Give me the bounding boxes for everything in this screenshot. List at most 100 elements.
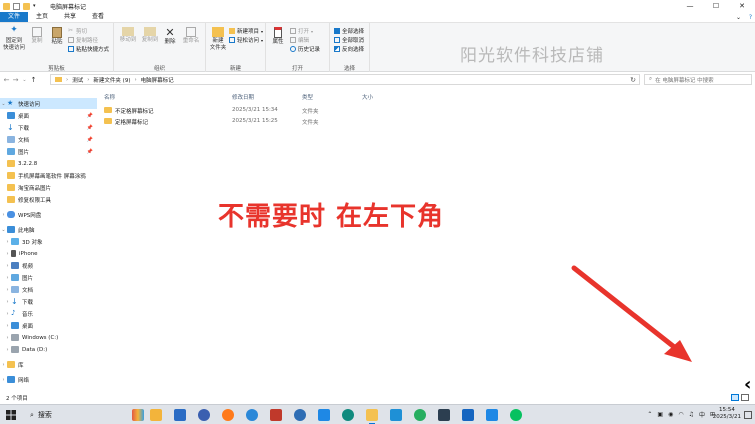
app-tray-icon[interactable]: ◉ xyxy=(668,411,673,418)
nav-this-pc[interactable]: ⌄ 此电脑 xyxy=(0,224,97,235)
app-icon[interactable] xyxy=(390,409,402,421)
new-item-button[interactable]: 新建项目 ▾ xyxy=(229,27,263,35)
pin-quick-access-button[interactable]: ✦ 固定到 快速访问 xyxy=(2,26,26,52)
help-icon[interactable]: ? xyxy=(749,14,752,21)
chevron-right-icon[interactable]: › xyxy=(0,212,7,218)
cut-button[interactable]: ✂ 剪切 xyxy=(68,27,87,36)
chevron-down-icon[interactable]: ⌄ xyxy=(736,14,741,21)
properties-button[interactable]: 属性 xyxy=(270,27,286,46)
nav-item-folder[interactable]: 3.2.2.8 xyxy=(0,158,97,169)
tab-home[interactable]: 主页 xyxy=(28,12,56,22)
forward-arrow-icon[interactable]: → xyxy=(11,76,20,84)
record-app-icon[interactable] xyxy=(198,409,210,421)
column-header-date[interactable]: 修改日期 xyxy=(232,93,254,101)
docs-app-icon[interactable] xyxy=(270,409,282,421)
address-bar[interactable]: › 测试 › 新建文件夹 (9) › 电脑屏幕标记 ↻ xyxy=(50,74,640,85)
select-all-button[interactable]: 全部选择 xyxy=(334,27,364,35)
book-app-icon[interactable] xyxy=(150,409,162,421)
select-none-button[interactable]: 全部取消 xyxy=(334,36,364,44)
nav-item-drive-c[interactable]: › Windows (C:) xyxy=(0,332,97,343)
history-button[interactable]: 历史记录 xyxy=(290,45,320,53)
paste-shortcut-button[interactable]: 粘贴快捷方式 xyxy=(68,45,109,53)
clock[interactable]: 15:54 2025/3/21 xyxy=(713,407,741,421)
firefox-icon[interactable] xyxy=(222,409,234,421)
nav-item-3d-objects[interactable]: › 3D 对象 xyxy=(0,236,97,247)
nav-item-desktop[interactable]: › 桌面 xyxy=(0,320,97,331)
breadcrumb-item[interactable]: 测试 xyxy=(72,76,83,84)
tab-share[interactable]: 共享 xyxy=(56,12,84,22)
pen-app-icon[interactable] xyxy=(174,409,186,421)
nav-item-downloads[interactable]: ↓ 下载 📌 xyxy=(0,122,97,133)
volume-icon[interactable]: ♫ xyxy=(689,411,694,418)
edit-button[interactable]: 编辑 xyxy=(290,36,309,44)
shield-icon[interactable] xyxy=(462,409,474,421)
app-icon[interactable] xyxy=(414,409,426,421)
rename-button[interactable]: 重命名 xyxy=(180,27,202,45)
delete-button[interactable]: ✕ 删除 xyxy=(162,27,178,46)
up-arrow-icon[interactable]: ↑ xyxy=(29,76,38,84)
tab-view[interactable]: 查看 xyxy=(84,12,112,22)
properties-icon[interactable] xyxy=(13,2,20,10)
move-to-button[interactable]: 移动到 xyxy=(118,27,138,44)
chevron-right-icon[interactable]: › xyxy=(0,362,7,368)
browser-icon[interactable] xyxy=(246,409,258,421)
nav-library[interactable]: › 库 xyxy=(0,359,97,370)
invert-selection-button[interactable]: 反向选择 xyxy=(334,45,364,53)
copy-to-button[interactable]: 复制到 xyxy=(140,27,160,44)
column-header-size[interactable]: 大小 xyxy=(362,93,373,101)
media-app-icon[interactable] xyxy=(294,409,306,421)
paste-button[interactable]: 粘贴 xyxy=(48,27,66,46)
windows-start-icon[interactable] xyxy=(6,410,16,420)
nav-item-videos[interactable]: › 视频 xyxy=(0,260,97,271)
nav-item-iphone[interactable]: › iPhone xyxy=(0,248,97,259)
nav-network[interactable]: › 网络 xyxy=(0,374,97,385)
breadcrumb-item[interactable]: 新建文件夹 (9) xyxy=(93,76,130,84)
nav-item-drive-d[interactable]: › Data (D:) xyxy=(0,344,97,355)
table-row[interactable]: 不定格屏幕标记 2025/3/21 15:34 文件夹 xyxy=(100,105,400,116)
nav-item-desktop[interactable]: 桌面 📌 xyxy=(0,110,97,121)
large-icons-view-icon[interactable] xyxy=(741,394,749,401)
ime-indicator[interactable]: 中 xyxy=(699,410,705,419)
app-icon[interactable] xyxy=(486,409,498,421)
easy-access-button[interactable]: 轻松访问 ▾ xyxy=(229,36,263,44)
wifi-icon[interactable]: ◠ xyxy=(678,411,683,418)
nav-item-pictures[interactable]: 图片 📌 xyxy=(0,146,97,157)
back-arrow-icon[interactable]: ← xyxy=(2,76,11,84)
chevron-up-icon[interactable]: ⌃ xyxy=(647,411,652,418)
breadcrumb-item[interactable]: 电脑屏幕标记 xyxy=(141,76,174,84)
nav-item-downloads[interactable]: › ↓ 下载 xyxy=(0,296,97,307)
new-folder-button[interactable]: 新建 文件夹 xyxy=(208,27,228,52)
chevron-down-icon[interactable]: ⌄ xyxy=(0,227,7,233)
wechat-icon[interactable] xyxy=(510,409,522,421)
app-tray-icon[interactable]: ▣ xyxy=(657,411,663,418)
chevron-right-icon[interactable]: › xyxy=(0,377,7,383)
search-input[interactable]: ⌕ 在 电脑屏幕标记 中搜索 xyxy=(644,74,752,85)
taskbar-search[interactable]: ⌕ 搜索 xyxy=(26,408,126,422)
nav-item-folder[interactable]: 手机屏幕画笔软件 屏幕涂鸦 xyxy=(0,170,97,181)
close-button[interactable]: ✕ xyxy=(729,0,755,12)
nav-item-music[interactable]: › ♪ 音乐 xyxy=(0,308,97,319)
nav-item-folder[interactable]: 淘宝商品图片 xyxy=(0,182,97,193)
nav-quick-access[interactable]: ⌄ ★ 快速访问 xyxy=(0,98,97,109)
chevron-down-icon[interactable]: ▾ xyxy=(33,3,38,10)
table-row[interactable]: 定格屏幕标记 2025/3/21 15:25 文件夹 xyxy=(100,116,400,127)
details-view-icon[interactable] xyxy=(731,394,739,401)
minimize-button[interactable]: — xyxy=(677,0,703,12)
copy-button[interactable]: 复制 xyxy=(28,27,46,45)
notification-icon[interactable] xyxy=(744,411,752,419)
refresh-icon[interactable]: ↻ xyxy=(630,76,636,84)
nav-item-folder[interactable]: 修复权限工具 xyxy=(0,194,97,205)
chevron-left-icon[interactable]: ‹ xyxy=(744,374,751,395)
new-folder-icon[interactable] xyxy=(23,2,30,10)
edge-icon[interactable] xyxy=(342,409,354,421)
column-header-type[interactable]: 类型 xyxy=(302,93,313,101)
chevron-down-icon[interactable]: ⌄ xyxy=(0,101,7,107)
maximize-button[interactable]: ☐ xyxy=(703,0,729,12)
tab-file[interactable]: 文件 xyxy=(0,12,29,22)
file-explorer-icon[interactable] xyxy=(366,409,378,424)
nav-item-documents[interactable]: 文档 📌 xyxy=(0,134,97,145)
nav-wps-drive[interactable]: › WPS网盘 xyxy=(0,209,97,220)
open-button[interactable]: 打开 ▾ xyxy=(290,27,313,35)
copy-path-button[interactable]: 复制路径 xyxy=(68,36,98,44)
app-thumbnail-icon[interactable] xyxy=(132,409,144,421)
